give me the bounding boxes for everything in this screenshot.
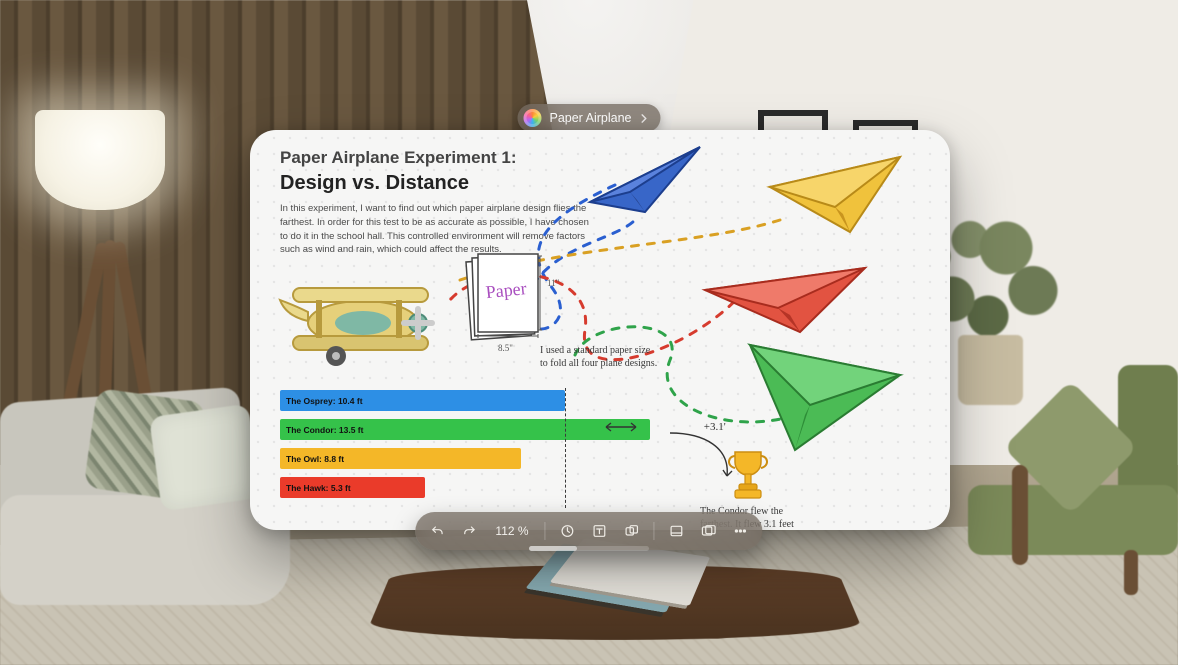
paper-note: I used a standard paper size to fold all…	[540, 345, 660, 370]
paper-height-label: 11"	[547, 278, 559, 288]
text-tool-button[interactable]	[586, 517, 614, 545]
media-tool-button[interactable]	[663, 517, 691, 545]
zoom-level[interactable]: 112 %	[487, 524, 536, 538]
doc-title: Paper Airplane Experiment 1:	[280, 148, 517, 168]
lamp-shade	[35, 110, 165, 210]
toolbar-separator	[545, 522, 546, 540]
paper-plane-blue	[585, 142, 705, 222]
window-title: Paper Airplane	[549, 111, 631, 125]
paper-word: Paper	[485, 278, 528, 302]
app-icon	[523, 109, 541, 127]
window-title-pill[interactable]: Paper Airplane	[517, 104, 660, 132]
bar-hawk: The Hawk: 5.3 ft	[280, 477, 700, 498]
chevron-right-icon	[640, 114, 649, 123]
trophy-icon	[725, 448, 771, 502]
baseline-marker	[565, 388, 566, 508]
undo-button[interactable]	[423, 517, 451, 545]
paper-plane-yellow	[765, 152, 905, 242]
toolbar-separator	[654, 522, 655, 540]
bar-owl: The Owl: 8.8 ft	[280, 448, 700, 469]
armchair	[948, 365, 1178, 595]
bottom-toolbar: 112 %	[415, 512, 762, 550]
markup-tool-button[interactable]	[554, 517, 582, 545]
scroll-indicator[interactable]	[529, 546, 649, 551]
biplane-illustration	[268, 248, 448, 378]
photos-tool-button[interactable]	[695, 517, 723, 545]
freeform-board[interactable]: Paper Airplane Experiment 1: Design vs. …	[250, 130, 950, 530]
paper-plane-green	[740, 335, 910, 455]
doc-subtitle: Design vs. Distance	[280, 172, 469, 195]
paper-plane-red	[700, 260, 870, 340]
distance-bar-chart: The Osprey: 10.4 ft The Condor: 13.5 ft …	[280, 390, 700, 506]
paper-width-label: 8.5"	[498, 343, 513, 353]
shapes-tool-button[interactable]	[618, 517, 646, 545]
redo-button[interactable]	[455, 517, 483, 545]
paper-stack-illustration: Paper 11" 8.5"	[460, 248, 570, 358]
bar-osprey: The Osprey: 10.4 ft	[280, 390, 700, 411]
more-tool-button[interactable]	[727, 517, 755, 545]
